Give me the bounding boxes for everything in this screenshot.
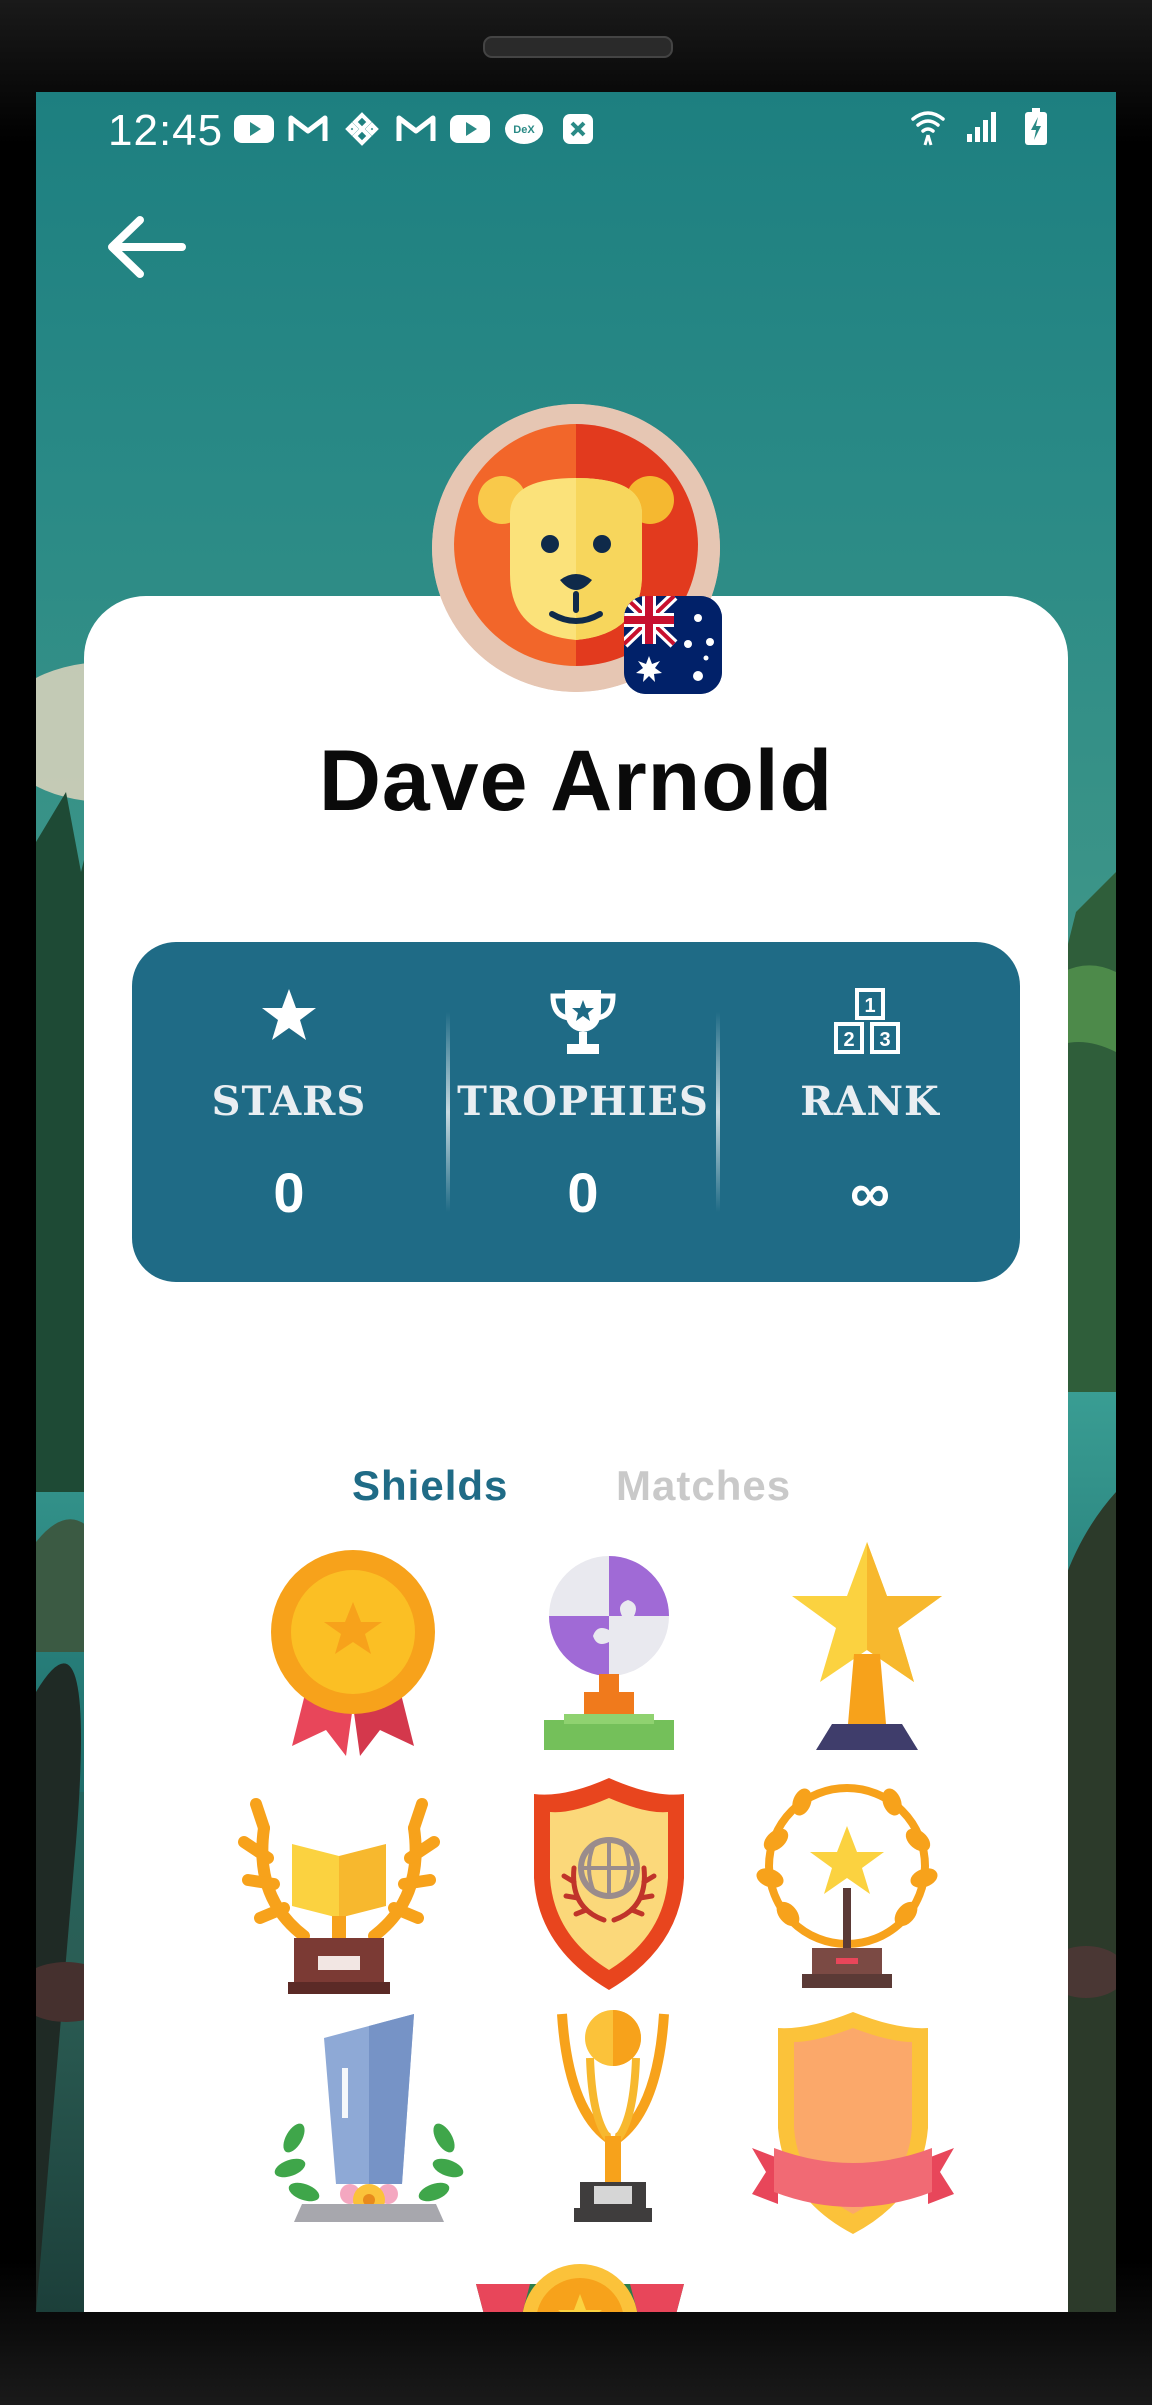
earpiece-speaker: [483, 36, 673, 58]
phone-frame: 12:45 DeX Dave Arnold STARS 0 TROPHIES 0…: [0, 0, 1152, 2405]
shield-item[interactable]: [742, 1768, 952, 1998]
shield-item[interactable]: [248, 1534, 458, 1764]
shields-grid: [36, 92, 1116, 2312]
shield-item[interactable]: [748, 2008, 958, 2238]
crystal-award-icon: [274, 2014, 464, 2222]
ribbon-shield-icon: [752, 2012, 954, 2234]
app-screen: 12:45 DeX Dave Arnold STARS 0 TROPHIES 0…: [36, 92, 1116, 2312]
partial-badge-icon: [476, 2264, 684, 2312]
gold-medal-icon: [271, 1550, 435, 1756]
shield-item[interactable]: [264, 2008, 474, 2238]
golden-ball-trophy-icon: [557, 2010, 669, 2222]
globe-shield-icon: [534, 1778, 684, 1990]
puzzle-globe-trophy-icon: [544, 1556, 674, 1750]
laurel-star-award-icon: [756, 1784, 938, 1988]
star-trophy-icon: [792, 1542, 942, 1750]
shield-item[interactable]: [504, 1768, 714, 1998]
shield-item[interactable]: [470, 2252, 690, 2312]
shield-item[interactable]: [508, 2008, 718, 2238]
shield-item[interactable]: [762, 1534, 972, 1764]
shield-item[interactable]: [234, 1768, 444, 1998]
book-laurel-trophy-icon: [238, 1798, 440, 1994]
shield-item[interactable]: [504, 1534, 714, 1764]
